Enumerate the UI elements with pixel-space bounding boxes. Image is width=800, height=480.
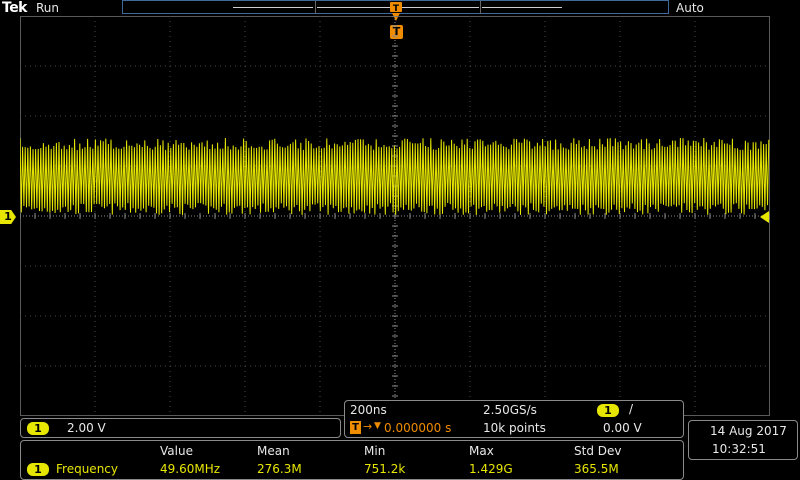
record-overview-line-right: [482, 7, 562, 8]
measurement-header-value: Value: [160, 444, 193, 458]
measurement-name: Frequency: [56, 462, 118, 476]
channel1-ground-marker[interactable]: 1: [0, 210, 16, 224]
measurement-header-std-dev: Std Dev: [574, 444, 622, 458]
horizontal-scale: 200ns: [350, 403, 387, 417]
channel1-vertical-scale: 2.00 V: [67, 421, 106, 435]
measurement-source-badge: 1: [27, 463, 49, 476]
arrow-right-icon: →: [363, 420, 373, 433]
measurement-std-dev: 365.5M: [574, 462, 619, 476]
trigger-mode[interactable]: Auto: [676, 1, 704, 15]
arrow-down-icon: ▼: [374, 421, 381, 431]
measurement-header-min: Min: [364, 444, 386, 458]
measurement-header-mean: Mean: [257, 444, 290, 458]
trigger-position-letter: T: [393, 4, 400, 14]
record-overview-divider-right: [480, 1, 481, 14]
acquisition-state[interactable]: Run: [36, 1, 59, 15]
time: 10:32:51: [712, 442, 766, 456]
measurement-value: 49.60MHz: [160, 462, 221, 476]
measurement-min: 751.2k: [364, 462, 406, 476]
record-overview-divider-left: [315, 1, 316, 14]
measurement-panel[interactable]: Value Mean Min Max Std Dev 1 Frequency 4…: [20, 440, 684, 480]
tek-logo: Tek: [2, 0, 28, 16]
trigger-slope-icon: /: [629, 402, 634, 416]
trigger-source-badge: 1: [597, 404, 619, 417]
channel1-scale-panel[interactable]: 1 2.00 V: [20, 418, 341, 438]
date: 14 Aug 2017: [710, 424, 787, 438]
trigger-position-icon: T: [350, 421, 361, 434]
measurement-max: 1.429G: [469, 462, 513, 476]
trigger-level: 0.00 V: [603, 421, 642, 435]
graticule-grid: [20, 16, 770, 416]
trigger-position-value: 0.000000 s: [384, 421, 452, 435]
measurement-mean: 276.3M: [257, 462, 302, 476]
waveform-display[interactable]: [20, 16, 770, 416]
measurement-header-max: Max: [469, 444, 494, 458]
channel1-badge: 1: [27, 422, 49, 435]
timebase-trigger-panel[interactable]: 200ns 2.50GS/s 1 / T → ▼ 0.000000 s 10k …: [344, 400, 684, 438]
record-length: 10k points: [483, 421, 546, 435]
datetime-panel[interactable]: 14 Aug 2017 10:32:51: [688, 420, 798, 460]
sample-rate: 2.50GS/s: [483, 403, 537, 417]
record-overview-line-left: [233, 7, 313, 8]
